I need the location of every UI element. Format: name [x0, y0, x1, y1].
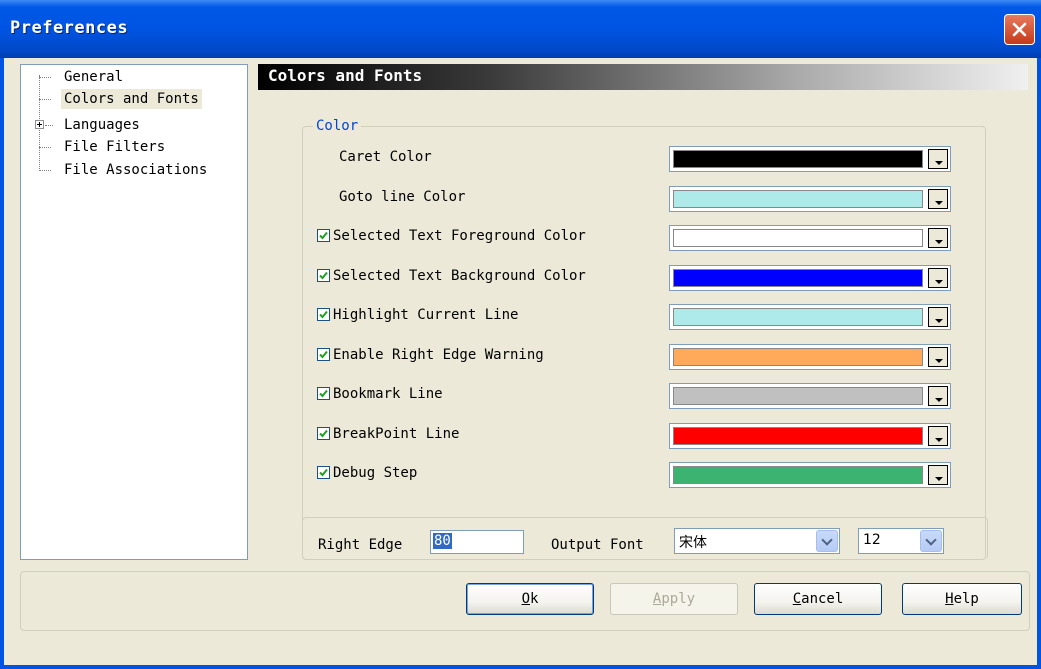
checkbox[interactable] [317, 308, 330, 321]
color-swatch [673, 387, 923, 405]
panel-header: Colors and Fonts [258, 64, 1028, 90]
checkbox[interactable] [317, 387, 330, 400]
color-row-label: Highlight Current Line [333, 307, 519, 323]
title-bar[interactable]: Preferences [0, 0, 1041, 58]
color-swatch [673, 308, 923, 326]
tree-item-label: Colors and Fonts [61, 89, 202, 109]
category-tree[interactable]: General Colors and Fonts Languages File … [20, 64, 248, 560]
window-title: Preferences [10, 18, 129, 38]
checkmark-icon [319, 231, 328, 240]
color-row: Enable Right Edge Warning [303, 342, 987, 372]
color-row-label: Goto line Color [339, 189, 466, 205]
font-size-value: 12 [863, 532, 881, 548]
color-row-label: Bookmark Line [333, 386, 443, 402]
right-edge-value: 80 [433, 533, 452, 549]
color-swatch [673, 427, 923, 445]
checkmark-icon [319, 468, 328, 477]
apply-button[interactable]: Apply [610, 583, 738, 615]
help-button[interactable]: Help [902, 583, 1022, 615]
chevron-down-icon[interactable] [920, 530, 942, 552]
color-swatch [673, 269, 923, 287]
color-row: Debug Step [303, 460, 987, 490]
color-picker[interactable] [669, 225, 951, 251]
right-edge-label: Right Edge [318, 537, 403, 553]
tree-item-languages[interactable]: Languages [21, 115, 247, 135]
tree-item-file-filters[interactable]: File Filters [21, 137, 247, 157]
cancel-button[interactable]: Cancel [754, 583, 882, 615]
dropdown-arrow-icon[interactable] [928, 268, 948, 288]
color-row: Selected Text Foreground Color [303, 223, 987, 253]
color-row: Bookmark Line [303, 381, 987, 411]
close-icon [1012, 22, 1027, 37]
color-row-label: Selected Text Background Color [333, 268, 586, 284]
color-row-label: Selected Text Foreground Color [333, 228, 586, 244]
tree-item-label: File Filters [64, 139, 166, 155]
color-row-label: BreakPoint Line [333, 426, 460, 442]
color-group: Color Caret Color Goto line Color Selected… [302, 118, 987, 560]
chevron-down-icon[interactable] [816, 530, 838, 552]
dropdown-arrow-icon[interactable] [928, 465, 948, 485]
color-picker[interactable] [669, 383, 951, 409]
panel-title: Colors and Fonts [268, 66, 423, 85]
close-button[interactable] [1004, 14, 1035, 45]
settings-panel: Colors and Fonts Color Caret Color Goto l… [258, 64, 1028, 560]
right-edge-input[interactable]: 80 [430, 530, 524, 554]
color-picker[interactable] [669, 462, 951, 488]
color-picker[interactable] [669, 344, 951, 370]
dropdown-arrow-icon[interactable] [928, 426, 948, 446]
checkbox[interactable] [317, 427, 330, 440]
tree-item-general[interactable]: General [21, 67, 247, 87]
dropdown-arrow-icon[interactable] [928, 386, 948, 406]
checkmark-icon [319, 271, 328, 280]
dropdown-arrow-icon[interactable] [928, 307, 948, 327]
output-font-value: 宋体 [679, 535, 707, 551]
dropdown-arrow-icon[interactable] [928, 149, 948, 169]
tree-item-label: General [64, 69, 124, 85]
color-swatch [673, 466, 923, 484]
ok-button[interactable]: Ok [466, 583, 594, 615]
tree-item-file-associations[interactable]: File Associations [21, 160, 247, 180]
dropdown-arrow-icon[interactable] [928, 228, 948, 248]
color-row: Selected Text Background Color [303, 263, 987, 293]
checkmark-icon [319, 389, 328, 398]
color-picker[interactable] [669, 304, 951, 330]
dropdown-arrow-icon[interactable] [928, 347, 948, 367]
checkmark-icon [319, 310, 328, 319]
checkbox[interactable] [317, 348, 330, 361]
checkbox[interactable] [317, 229, 330, 242]
tree-item-colors-and-fonts[interactable]: Colors and Fonts [21, 89, 247, 109]
checkmark-icon [319, 350, 328, 359]
color-row-label: Enable Right Edge Warning [333, 347, 544, 363]
color-row-label: Caret Color [339, 149, 432, 165]
color-group-legend: Color [313, 118, 362, 134]
output-font-label: Output Font [551, 537, 644, 553]
checkmark-icon [319, 429, 328, 438]
color-row: BreakPoint Line [303, 421, 987, 451]
expand-plus-icon[interactable] [35, 120, 44, 129]
dropdown-arrow-icon[interactable] [928, 189, 948, 209]
color-picker[interactable] [669, 146, 951, 172]
color-swatch [673, 190, 923, 208]
tree-item-label: File Associations [64, 162, 208, 178]
color-row: Caret Color [303, 144, 987, 174]
color-row: Highlight Current Line [303, 302, 987, 332]
color-swatch [673, 150, 923, 168]
font-size-select[interactable]: 12 [858, 528, 944, 554]
color-picker[interactable] [669, 423, 951, 449]
output-font-select[interactable]: 宋体 [674, 528, 840, 554]
color-row-label: Debug Step [333, 465, 418, 481]
color-swatch [673, 348, 923, 366]
checkbox[interactable] [317, 269, 330, 282]
checkbox[interactable] [317, 466, 330, 479]
color-picker[interactable] [669, 265, 951, 291]
color-row: Goto line Color [303, 184, 987, 214]
color-swatch [673, 229, 923, 247]
tree-item-label: Languages [64, 117, 140, 133]
color-picker[interactable] [669, 186, 951, 212]
